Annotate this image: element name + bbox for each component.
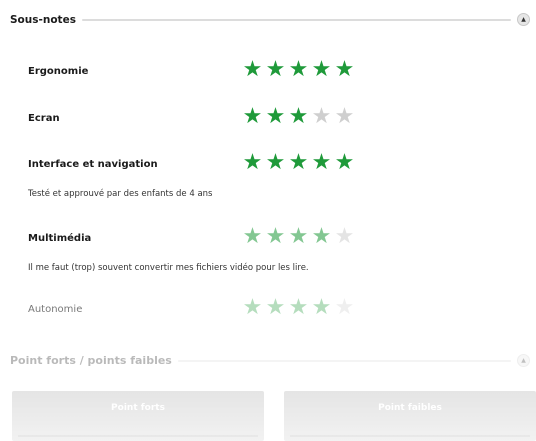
star-empty-icon: ★: [311, 104, 332, 129]
star-filled-icon: ★: [242, 57, 263, 82]
star-empty-icon: ★: [334, 104, 355, 129]
rating-row-multimedia: Multimédia ★ ★ ★ ★ ★ Il me faut (trop) souve…: [28, 226, 508, 276]
rating-label: Multimédia: [28, 233, 92, 244]
star-filled-icon: ★: [288, 295, 309, 320]
section-header-points: Point forts / points faibles ▲: [10, 354, 530, 367]
star-filled-icon: ★: [265, 150, 286, 175]
rating-row-ecran: Ecran ★ ★ ★ ★ ★: [28, 106, 508, 130]
rating-row-autonomie: Autonomie ★ ★ ★ ★ ★: [28, 297, 508, 321]
star-filled-icon: ★: [265, 57, 286, 82]
panel-points-forts: Point forts: [12, 391, 264, 441]
section-title: Sous-notes: [10, 13, 76, 26]
section-title: Point forts / points faibles: [10, 354, 172, 367]
panel-points-faibles: Point faibles: [284, 391, 536, 441]
collapse-arrow-up-icon[interactable]: ▲: [517, 354, 530, 367]
star-filled-icon: ★: [311, 295, 332, 320]
star-filled-icon: ★: [311, 57, 332, 82]
star-filled-icon: ★: [242, 150, 263, 175]
rating-label: Ergonomie: [28, 66, 89, 77]
star-filled-icon: ★: [242, 104, 263, 129]
collapse-arrow-up-icon[interactable]: ▲: [517, 13, 530, 26]
rating-comment: Il me faut (trop) souvent convertir mes …: [28, 263, 309, 273]
section-divider: [177, 359, 511, 362]
star-rating: ★ ★ ★ ★ ★: [241, 59, 356, 81]
star-filled-icon: ★: [265, 104, 286, 129]
panel-title: Point forts: [111, 403, 165, 413]
star-filled-icon: ★: [334, 57, 355, 82]
star-rating: ★ ★ ★ ★ ★: [241, 106, 356, 128]
panel-divider: [18, 435, 258, 437]
rating-label: Ecran: [28, 113, 60, 124]
section-header-sous-notes: Sous-notes ▲: [10, 13, 530, 26]
star-filled-icon: ★: [311, 224, 332, 249]
star-filled-icon: ★: [265, 224, 286, 249]
rating-label: Interface et navigation: [28, 159, 158, 170]
panel-divider: [290, 435, 530, 437]
rating-row-ergonomie: Ergonomie ★ ★ ★ ★ ★: [28, 59, 508, 83]
star-empty-icon: ★: [334, 295, 355, 320]
star-rating: ★ ★ ★ ★ ★: [241, 226, 356, 248]
section-divider: [81, 18, 511, 21]
star-filled-icon: ★: [242, 224, 263, 249]
star-filled-icon: ★: [288, 104, 309, 129]
star-filled-icon: ★: [311, 150, 332, 175]
star-empty-icon: ★: [334, 224, 355, 249]
rating-row-interface-et-navigation: Interface et navigation ★ ★ ★ ★ ★ Testé et a…: [28, 152, 508, 202]
star-filled-icon: ★: [242, 295, 263, 320]
rating-comment: Testé et approuvé par des enfants de 4 a…: [28, 189, 213, 199]
panel-title: Point faibles: [378, 403, 442, 413]
star-filled-icon: ★: [288, 57, 309, 82]
star-filled-icon: ★: [334, 150, 355, 175]
star-rating: ★ ★ ★ ★ ★: [241, 297, 356, 319]
rating-label: Autonomie: [28, 304, 83, 315]
star-rating: ★ ★ ★ ★ ★: [241, 152, 356, 174]
star-filled-icon: ★: [288, 150, 309, 175]
star-filled-icon: ★: [288, 224, 309, 249]
star-filled-icon: ★: [265, 295, 286, 320]
